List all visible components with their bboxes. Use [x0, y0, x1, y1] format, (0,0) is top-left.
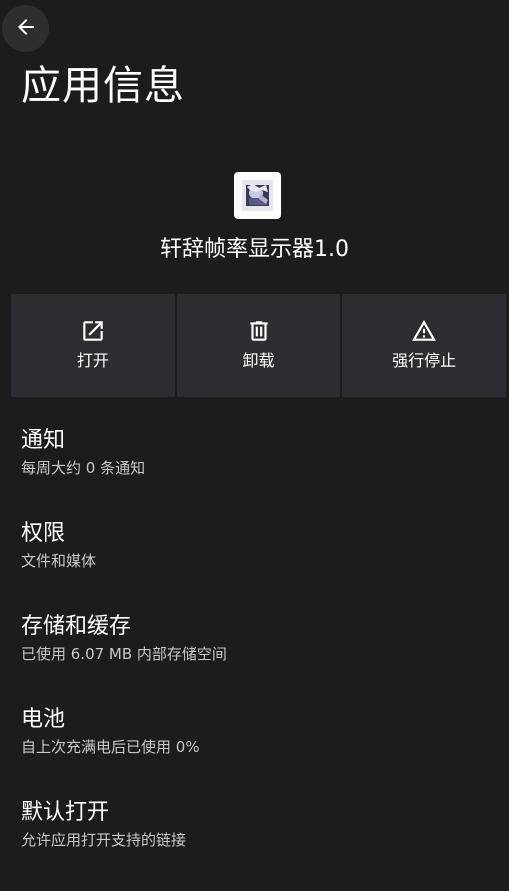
- open-button[interactable]: 打开: [11, 294, 175, 397]
- force-stop-button[interactable]: 强行停止: [342, 294, 507, 397]
- setting-summary: 自上次充满电后已使用 0%: [21, 738, 200, 756]
- back-button[interactable]: [2, 5, 49, 52]
- open-button-label: 打开: [76, 351, 109, 370]
- setting-title: 默认打开: [21, 800, 110, 825]
- setting-storage[interactable]: 存储和缓存 已使用 6.07 MB 内部存储空间: [0, 598, 509, 691]
- warning-icon: [411, 318, 437, 344]
- setting-title: 存储和缓存: [21, 614, 132, 639]
- setting-summary: 允许应用打开支持的链接: [21, 831, 187, 849]
- setting-summary: 每周大约 0 条通知: [21, 459, 146, 477]
- open-external-icon: [80, 318, 106, 344]
- setting-title: 权限: [21, 521, 66, 546]
- setting-permissions[interactable]: 权限 文件和媒体: [0, 505, 509, 598]
- setting-title: 电池: [21, 707, 66, 732]
- app-icon: [234, 172, 281, 219]
- force-stop-button-label: 强行停止: [392, 351, 457, 370]
- setting-summary: 文件和媒体: [21, 552, 97, 570]
- page-title: 应用信息: [21, 63, 185, 109]
- setting-summary: 已使用 6.07 MB 内部存储空间: [21, 645, 227, 663]
- setting-open-by-default[interactable]: 默认打开 允许应用打开支持的链接: [0, 784, 509, 877]
- settings-list: 通知 每周大约 0 条通知 权限 文件和媒体 存储和缓存 已使用 6.07 MB…: [0, 412, 509, 877]
- uninstall-button-label: 卸载: [242, 351, 275, 370]
- setting-battery[interactable]: 电池 自上次充满电后已使用 0%: [0, 691, 509, 784]
- arrow-left-icon: [14, 15, 38, 43]
- setting-title: 通知: [21, 428, 66, 453]
- uninstall-button[interactable]: 卸载: [176, 294, 341, 397]
- trash-icon: [246, 318, 272, 344]
- app-actions: 打开 卸载 强行停止: [11, 294, 507, 397]
- app-name: 轩辞帧率显示器1.0: [160, 237, 349, 262]
- setting-notifications[interactable]: 通知 每周大约 0 条通知: [0, 412, 509, 505]
